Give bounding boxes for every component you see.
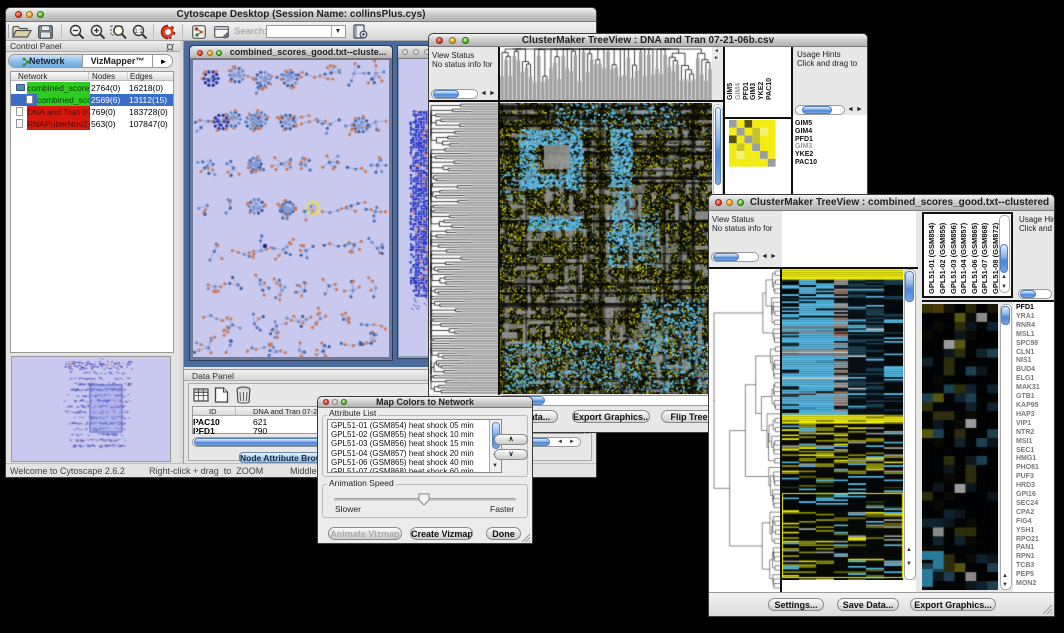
svg-text:1:1: 1:1 <box>134 29 143 35</box>
